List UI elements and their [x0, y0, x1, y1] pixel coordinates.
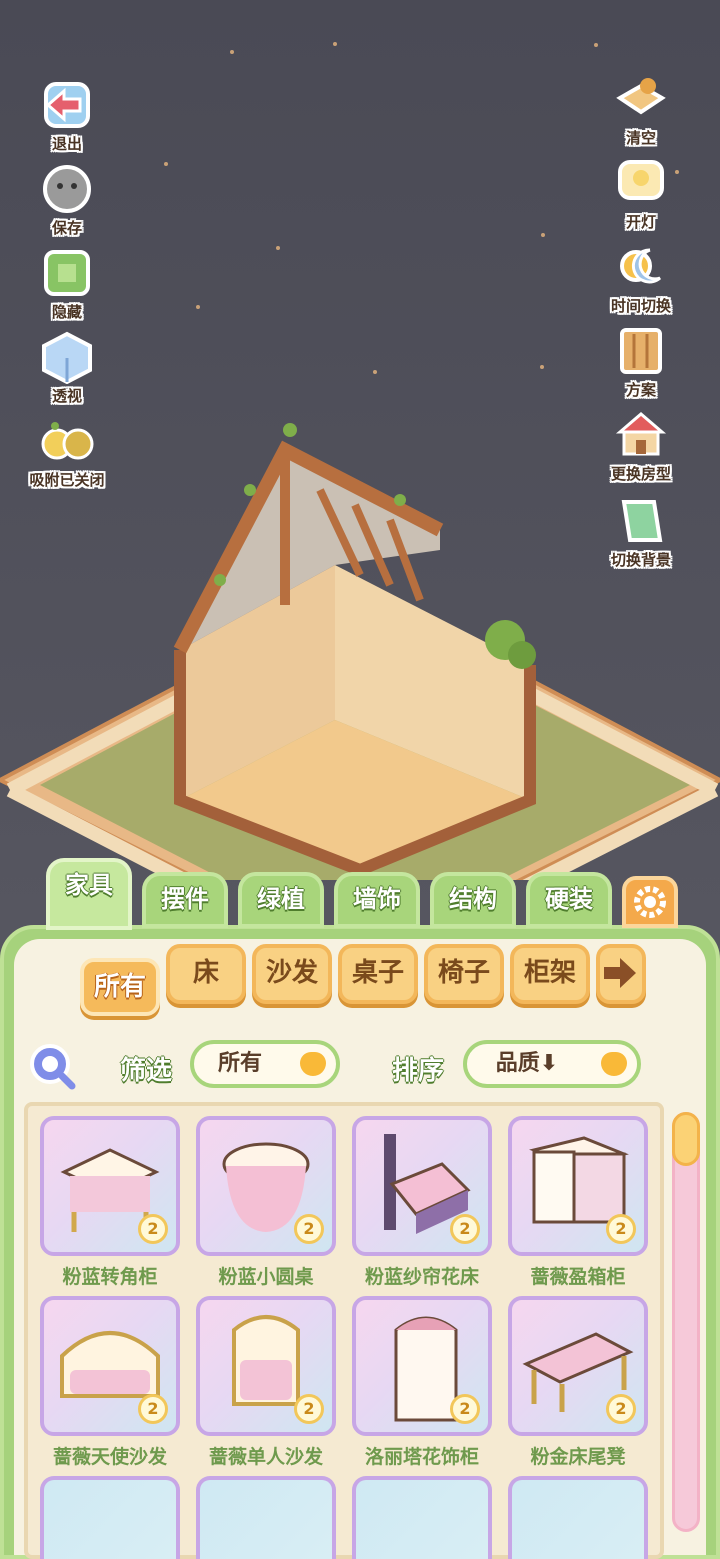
- category-sofa[interactable]: 沙发: [252, 944, 332, 1004]
- dropdown-icon: [601, 1052, 627, 1076]
- exit-label: 退出: [51, 135, 82, 153]
- sort-label: 排序: [392, 1056, 445, 1086]
- star: [196, 305, 200, 309]
- item-count-badge: 2: [606, 1214, 636, 1244]
- time-switch-icon: [620, 248, 661, 284]
- time-switch-button[interactable]: 时间切换: [596, 240, 686, 316]
- item-name: 粉蓝纱帘花床: [364, 1266, 479, 1288]
- item-count-badge: 2: [450, 1394, 480, 1424]
- perspective-icon: [42, 331, 92, 384]
- category-chair[interactable]: 椅子: [424, 944, 504, 1004]
- plan-button[interactable]: 方案: [596, 324, 686, 400]
- hide-button[interactable]: 隐藏: [22, 246, 112, 322]
- clear-button[interactable]: 清空: [596, 72, 686, 148]
- item-card[interactable]: 2: [196, 1296, 336, 1436]
- perspective-button[interactable]: 透视: [22, 330, 112, 406]
- item-count-badge: 2: [294, 1394, 324, 1424]
- item-card[interactable]: 2: [352, 1116, 492, 1256]
- search-icon: [30, 1044, 76, 1090]
- category-next-button[interactable]: [596, 944, 646, 1004]
- item-name: 蔷薇盈箱柜: [530, 1266, 626, 1288]
- plan-label: 方案: [625, 381, 656, 399]
- background-label: 切换背景: [610, 551, 671, 569]
- star: [541, 233, 545, 237]
- tab-wall-decor[interactable]: 墙饰: [334, 872, 420, 928]
- filter-label: 筛选: [120, 1056, 173, 1086]
- plan-icon: [620, 328, 662, 374]
- save-button[interactable]: 保存: [22, 162, 112, 238]
- house-type-label: 更换房型: [610, 465, 671, 483]
- item-card[interactable]: [40, 1476, 180, 1559]
- item-name: 粉蓝小圆桌: [218, 1266, 314, 1288]
- item-card[interactable]: 2: [196, 1116, 336, 1256]
- sort-value: 品质⬇: [495, 1051, 559, 1076]
- item-card[interactable]: [508, 1476, 648, 1559]
- house-type-button[interactable]: 更换房型: [596, 408, 686, 484]
- item-name: 粉金床尾凳: [530, 1446, 626, 1468]
- item-card[interactable]: 2: [352, 1296, 492, 1436]
- category-cabinet[interactable]: 柜架: [510, 944, 590, 1004]
- item-card[interactable]: 2: [40, 1116, 180, 1256]
- snap-toggle-button[interactable]: 吸附已关闭: [22, 414, 112, 490]
- item-card[interactable]: [196, 1476, 336, 1559]
- background-icon: [621, 500, 663, 542]
- tab-furniture[interactable]: 家具: [46, 858, 132, 930]
- snap-off-icon: [41, 422, 94, 460]
- tab-hardware[interactable]: 硬装: [526, 872, 612, 928]
- scrollbar-thumb[interactable]: [672, 1112, 700, 1166]
- sort-dropdown[interactable]: 品质⬇: [463, 1040, 641, 1088]
- item-name: 粉蓝转角柜: [62, 1266, 158, 1288]
- category-table[interactable]: 桌子: [338, 944, 418, 1004]
- light-label: 开灯: [625, 213, 656, 231]
- item-card[interactable]: 2: [508, 1296, 648, 1436]
- hide-label: 隐藏: [51, 303, 82, 321]
- save-icon: [43, 165, 91, 213]
- star: [230, 50, 234, 54]
- scrollbar-track[interactable]: [672, 1112, 700, 1532]
- light-button[interactable]: 开灯: [596, 156, 686, 232]
- item-count-badge: 2: [450, 1214, 480, 1244]
- item-name: 洛丽塔花饰柜: [364, 1446, 479, 1468]
- exit-icon: [44, 82, 90, 128]
- star: [333, 42, 337, 46]
- settings-button[interactable]: [622, 876, 678, 928]
- star: [164, 162, 168, 166]
- star: [373, 370, 377, 374]
- filter-value: 所有: [217, 1051, 262, 1076]
- item-card[interactable]: [352, 1476, 492, 1559]
- clear-label: 清空: [625, 129, 656, 147]
- time-switch-label: 时间切换: [610, 297, 671, 315]
- category-all[interactable]: 所有: [80, 958, 160, 1016]
- gear-icon: [634, 886, 666, 918]
- filter-dropdown[interactable]: 所有: [190, 1040, 340, 1088]
- star: [276, 246, 280, 250]
- item-count-badge: 2: [138, 1394, 168, 1424]
- save-label: 保存: [51, 219, 82, 237]
- house-type-icon: [615, 412, 667, 456]
- light-icon: [618, 160, 664, 200]
- item-card[interactable]: 2: [40, 1296, 180, 1436]
- tab-plants[interactable]: 绿植: [238, 872, 324, 928]
- hide-icon: [44, 250, 90, 296]
- dropdown-icon: [300, 1052, 326, 1076]
- search-button[interactable]: [26, 1040, 78, 1092]
- tab-structure[interactable]: 结构: [430, 872, 516, 928]
- perspective-label: 透视: [51, 387, 82, 405]
- star: [540, 365, 544, 369]
- item-count-badge: 2: [138, 1214, 168, 1244]
- snap-label: 吸附已关闭: [29, 471, 105, 489]
- item-count-badge: 2: [294, 1214, 324, 1244]
- item-count-badge: 2: [606, 1394, 636, 1424]
- item-name: 蔷薇单人沙发: [208, 1446, 323, 1468]
- clear-icon: [616, 78, 666, 115]
- item-card[interactable]: 2: [508, 1116, 648, 1256]
- exit-button[interactable]: 退出: [22, 78, 112, 154]
- background-button[interactable]: 切换背景: [596, 494, 686, 570]
- star: [594, 43, 598, 47]
- tab-ornaments[interactable]: 摆件: [142, 872, 228, 928]
- item-name: 蔷薇天使沙发: [52, 1446, 167, 1468]
- arrow-right-icon: [604, 958, 636, 988]
- category-bed[interactable]: 床: [166, 944, 246, 1004]
